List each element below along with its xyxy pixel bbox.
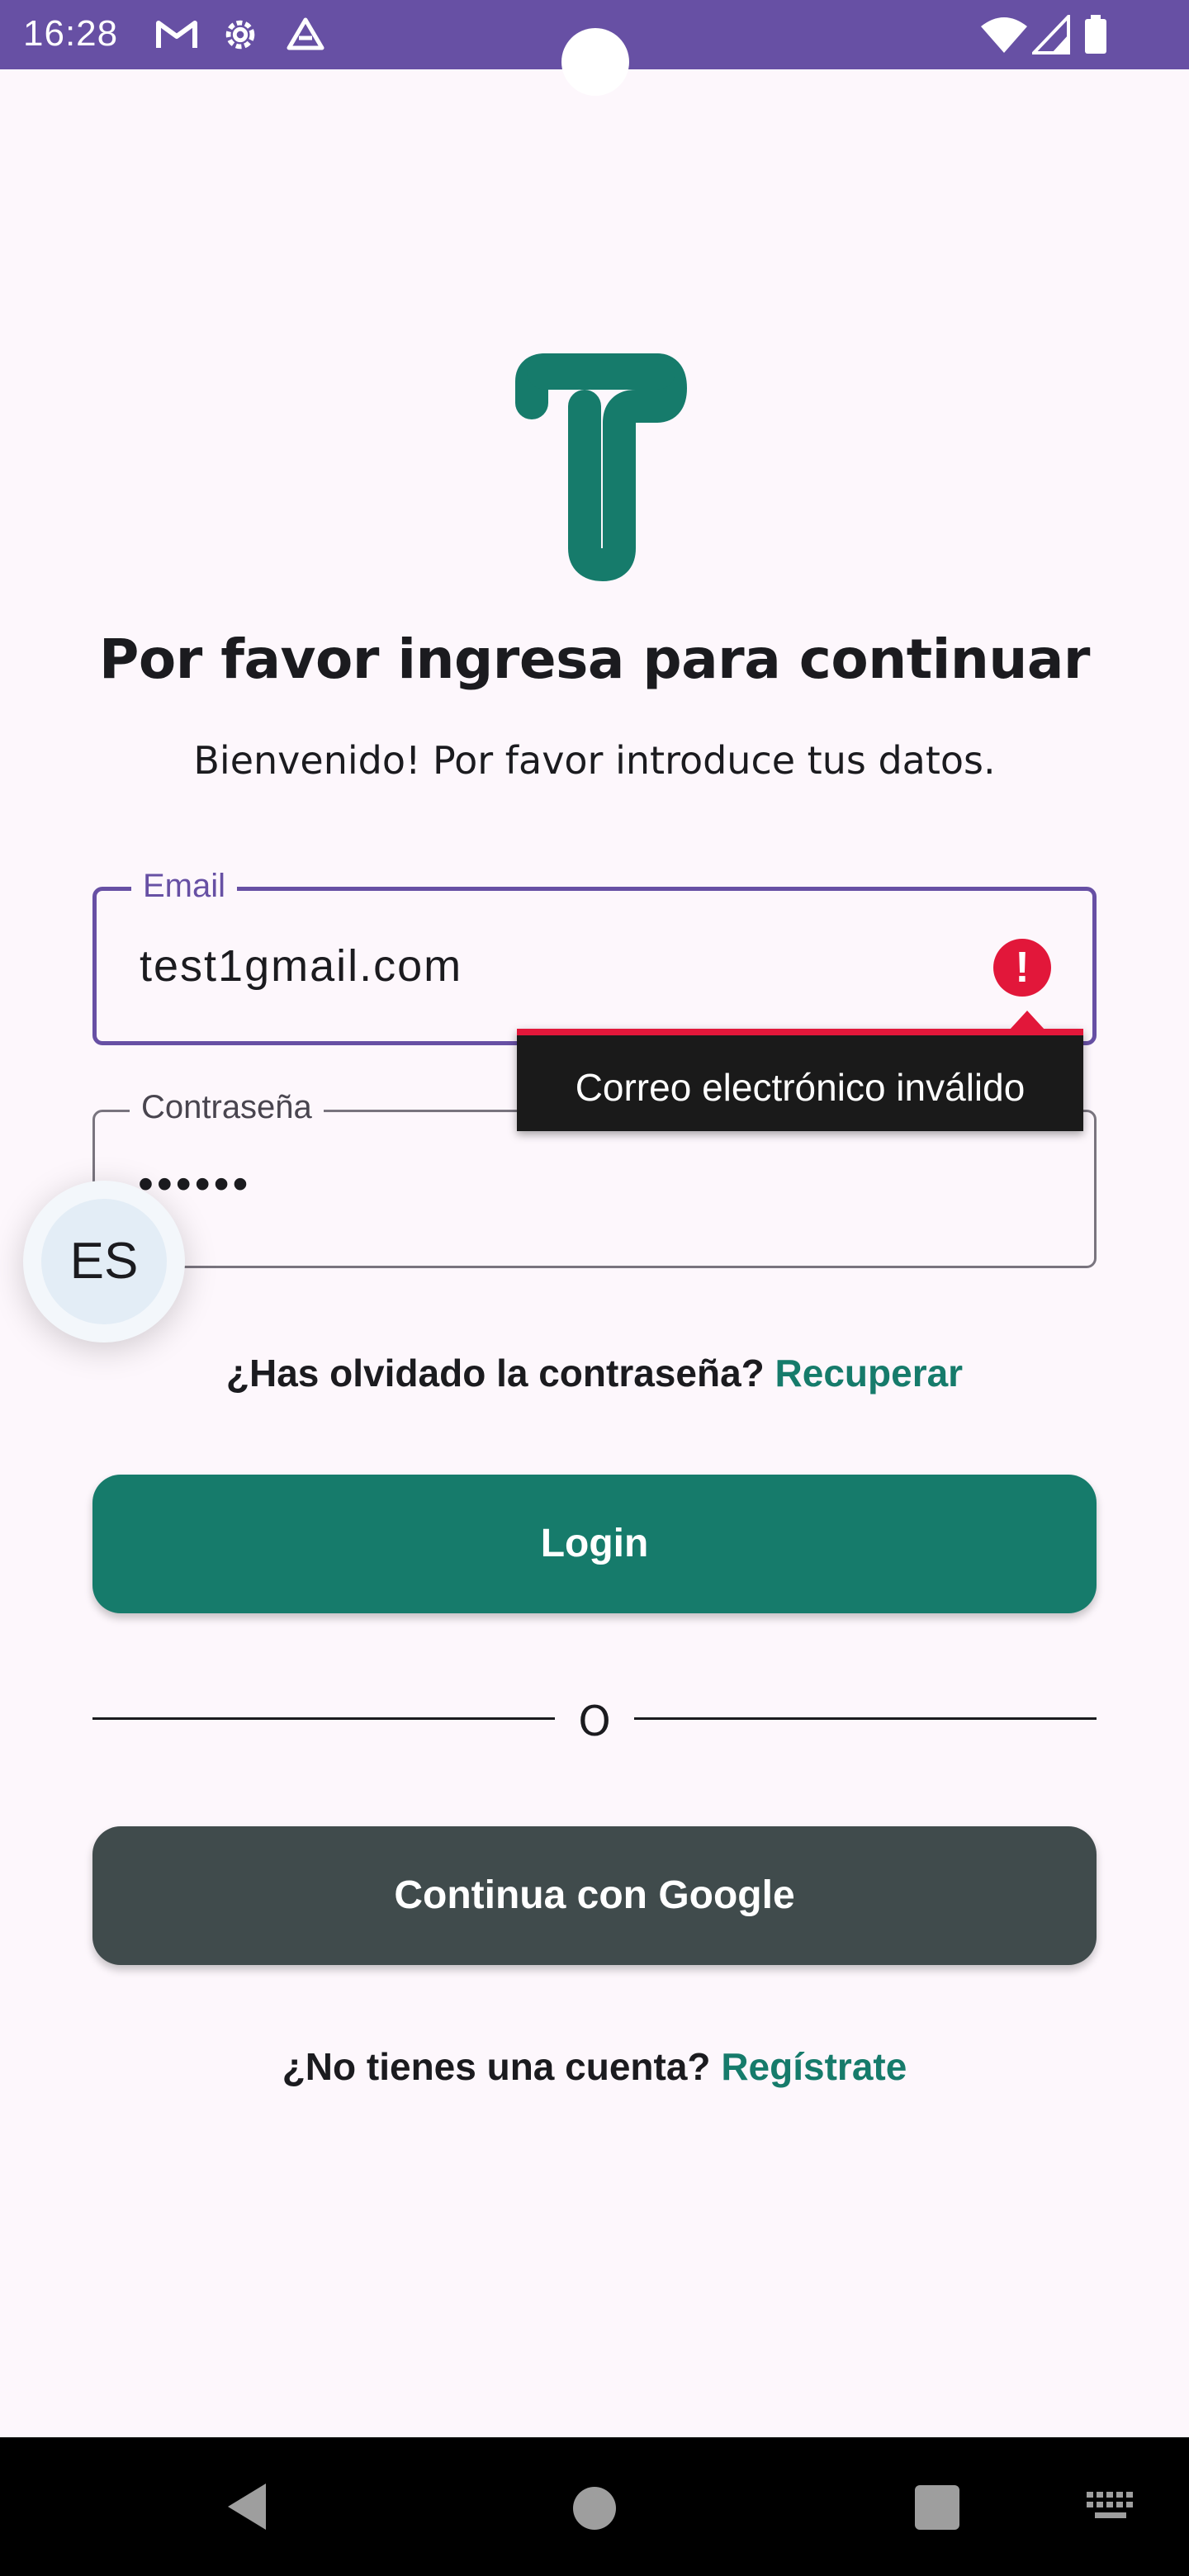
forgot-password-row: ¿Has olvidado la contraseña? Recuperar [0, 1351, 1189, 1395]
signal-icon [1032, 15, 1070, 54]
navigation-bar [0, 2437, 1189, 2576]
tooltip-arrow [1009, 1011, 1045, 1030]
google-signin-button[interactable]: Continua con Google [92, 1826, 1097, 1965]
language-label[interactable]: ES [41, 1199, 167, 1324]
divider-line-left [92, 1717, 555, 1720]
login-button[interactable]: Login [92, 1475, 1097, 1613]
recover-password-link[interactable]: Recuperar [775, 1352, 964, 1395]
email-error-tooltip: Correo electrónico inválido [517, 1011, 1083, 1131]
gmail-icon [156, 21, 197, 48]
language-button[interactable]: ES [23, 1181, 185, 1342]
tooltip-error-bar [517, 1029, 1083, 1035]
divider-text: O [578, 1698, 611, 1745]
recents-icon[interactable] [915, 2485, 959, 2530]
battery-icon [1085, 15, 1106, 54]
divider-line-right [634, 1717, 1097, 1720]
home-icon[interactable] [573, 2487, 616, 2530]
password-field[interactable]: Contraseña •••••• [92, 1089, 1097, 1268]
back-icon[interactable] [223, 2480, 272, 2533]
page-title: Por favor ingresa para continuar [99, 627, 1090, 691]
camera-cutout [561, 28, 629, 96]
signup-row: ¿No tienes una cuenta? Regístrate [0, 2044, 1189, 2089]
forgot-password-prompt: ¿Has olvidado la contraseña? [225, 1352, 765, 1395]
keyboard-icon[interactable] [1087, 2492, 1135, 2520]
signup-link[interactable]: Regístrate [721, 2045, 907, 2088]
email-error-message: Correo electrónico inválido [575, 1066, 1026, 1109]
password-label: Contraseña [130, 1089, 324, 1126]
email-value[interactable]: test1gmail.com [140, 940, 462, 992]
brand-t-logo-icon [515, 353, 687, 581]
drive-icon [287, 17, 324, 50]
email-field[interactable]: Email test1gmail.com ! [92, 868, 1097, 1045]
status-time: 16:28 [23, 13, 119, 54]
wifi-icon [981, 17, 1027, 53]
error-icon[interactable]: ! [993, 939, 1051, 997]
email-label: Email [131, 868, 238, 905]
settings-icon [225, 20, 255, 50]
signup-prompt: ¿No tienes una cuenta? [282, 2045, 711, 2088]
page-subtitle: Bienvenido! Por favor introduce tus dato… [193, 738, 996, 783]
